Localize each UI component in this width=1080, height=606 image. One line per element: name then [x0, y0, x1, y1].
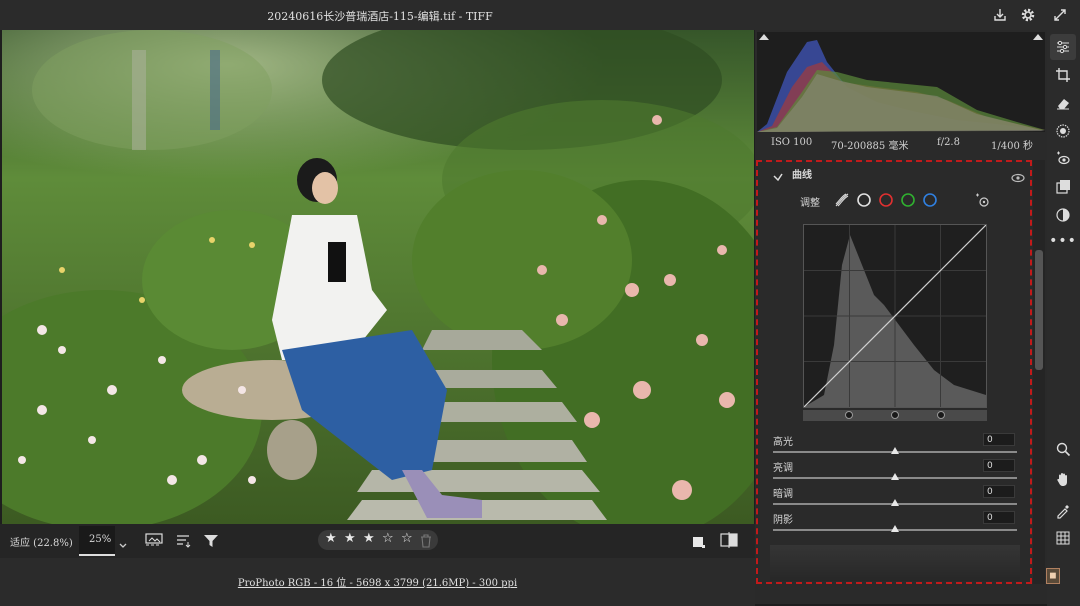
- highlights-thumb[interactable]: [891, 447, 899, 454]
- gear-icon[interactable]: [1018, 5, 1038, 25]
- shutter-value: 1/400 秒: [991, 141, 1033, 152]
- rating-star-2[interactable]: ★: [344, 531, 356, 546]
- rating-star-1[interactable]: ★: [325, 531, 337, 546]
- shadow-clipping-icon[interactable]: [759, 34, 769, 40]
- curve-section-title[interactable]: 曲线: [792, 166, 812, 181]
- split-handle-2[interactable]: [891, 411, 899, 419]
- rating-star-3[interactable]: ★: [363, 531, 375, 546]
- crop-icon[interactable]: [1050, 62, 1076, 88]
- rating-star-4[interactable]: ☆: [382, 531, 394, 546]
- shadows-thumb[interactable]: [891, 525, 899, 532]
- before-after-icon[interactable]: [720, 532, 738, 552]
- exif-info: ISO 100 70-200885 毫米 f/2.8 1/400 秒: [757, 134, 1045, 152]
- green-channel-icon[interactable]: [900, 192, 916, 212]
- iso-value: ISO 100: [771, 137, 813, 148]
- highlights-value[interactable]: 0: [983, 433, 1015, 446]
- sliders-icon[interactable]: [1050, 34, 1076, 60]
- darks-thumb[interactable]: [891, 499, 899, 506]
- shadows-value[interactable]: 0: [983, 511, 1015, 524]
- lights-value[interactable]: 0: [983, 459, 1015, 472]
- highlight-clipping-icon[interactable]: [1033, 34, 1043, 40]
- eye-icon[interactable]: [1011, 168, 1025, 187]
- split-handle-3[interactable]: [937, 411, 945, 419]
- sort-icon[interactable]: [176, 533, 192, 552]
- rating-star-5[interactable]: ☆: [401, 531, 413, 546]
- eraser-icon[interactable]: [1050, 90, 1076, 116]
- snapshots-icon[interactable]: [1050, 202, 1076, 228]
- chevron-down-icon[interactable]: [118, 536, 128, 555]
- next-section-preview: [770, 545, 1020, 581]
- curve-graph[interactable]: [803, 224, 987, 408]
- zoom-value: 25%: [89, 534, 112, 545]
- mask-icon[interactable]: [1050, 118, 1076, 144]
- split-handle-1[interactable]: [845, 411, 853, 419]
- darks-value[interactable]: 0: [983, 485, 1015, 498]
- download-icon[interactable]: [990, 5, 1010, 25]
- white-channel-icon[interactable]: [856, 192, 872, 212]
- blue-channel-icon[interactable]: [922, 192, 938, 212]
- eyedropper-icon[interactable]: [1050, 498, 1076, 524]
- lights-thumb[interactable]: [891, 473, 899, 480]
- presets-icon[interactable]: [1050, 174, 1076, 200]
- adjust-label: 调整: [800, 198, 820, 209]
- zoom-icon[interactable]: [1050, 436, 1076, 462]
- highlights-label: 高光: [773, 437, 793, 448]
- fit-zoom-button[interactable]: 适应 (22.8%): [10, 534, 73, 549]
- hand-icon[interactable]: [1050, 466, 1076, 492]
- workflow-options-link[interactable]: ProPhoto RGB - 16 位 - 5698 x 3799 (21.6M…: [0, 574, 755, 589]
- targeted-adjustment-icon[interactable]: [974, 192, 990, 212]
- view-single-icon[interactable]: [692, 534, 706, 553]
- expand-icon[interactable]: [1050, 5, 1070, 25]
- lens-value: 70-200885 毫米: [831, 141, 909, 152]
- red-channel-icon[interactable]: [878, 192, 894, 212]
- darks-label: 暗调: [773, 489, 793, 500]
- trash-icon[interactable]: [420, 533, 432, 552]
- scrollbar-thumb[interactable]: [1035, 250, 1043, 370]
- zoom-field[interactable]: 25%: [79, 526, 115, 556]
- photo-canvas[interactable]: [2, 30, 754, 524]
- collapse-chevron-icon[interactable]: [773, 167, 783, 186]
- panel-scrollbar[interactable]: [1033, 160, 1045, 584]
- histogram: [757, 32, 1045, 132]
- lights-label: 亮调: [773, 463, 793, 474]
- filter-icon[interactable]: [203, 533, 219, 552]
- aperture-value: f/2.8: [937, 137, 960, 148]
- shadows-label: 阴影: [773, 515, 793, 526]
- redeye-icon[interactable]: [1050, 146, 1076, 172]
- more-icon[interactable]: •••: [1049, 228, 1076, 254]
- grid-icon[interactable]: [1050, 525, 1076, 551]
- parametric-curve-icon[interactable]: [834, 192, 850, 212]
- window-title: 20240616长沙普瑞酒店-115-编辑.tif - TIFF: [267, 10, 493, 23]
- app-logo-icon: ◼: [1046, 568, 1060, 584]
- filmstrip-icon[interactable]: [145, 532, 163, 552]
